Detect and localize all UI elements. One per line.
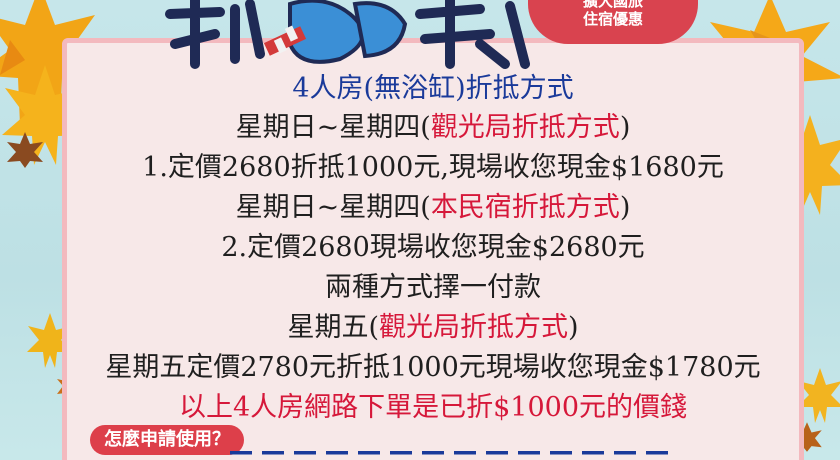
how-to-apply-tag: 怎麼申請使用？ xyxy=(90,425,244,455)
weekday-bnb-heading: 星期日~星期四(本民宿折抵方式) xyxy=(62,188,804,228)
cropped-text-row xyxy=(230,448,730,460)
room-type-heading: 4人房(無浴缸)折抵方式 xyxy=(292,73,574,104)
friday-price-text: 星期五定價2780元折抵1000元現場收您現金$1780元 xyxy=(105,352,761,383)
badge-line-2: 住宿優惠 xyxy=(582,10,643,28)
tourism-bureau-method-text: 觀光局折抵方式 xyxy=(430,112,620,143)
title-artwork-icon xyxy=(165,0,530,69)
maple-leaf-icon xyxy=(7,132,43,168)
badge-line-1: 擴大國旅 xyxy=(582,0,643,10)
friday-tourism-bureau-heading: 星期五(觀光局折抵方式) xyxy=(62,308,804,348)
friday-text: 星期五( xyxy=(287,312,379,343)
pricing-text-block: 4人房(無浴缸)折抵方式 星期日~星期四(觀光局折抵方式) 1.定價2680折抵… xyxy=(62,70,804,428)
online-order-note: 以上4人房網路下單是已折$1000元的價錢 xyxy=(178,392,688,423)
option-1-price-text: 1.定價2680折抵1000元,現場收您現金$1680元 xyxy=(142,152,724,183)
choose-one-text: 兩種方式擇一付款 xyxy=(325,272,541,303)
promo-badge: 擴大國旅 住宿優惠 xyxy=(528,0,698,44)
paren-close-text: ) xyxy=(619,112,631,143)
tourism-bureau-method-text: 觀光局折抵方式 xyxy=(379,312,568,343)
paren-close-text: ) xyxy=(568,312,579,343)
option-2-price-text: 2.定價2680現場收您現金$2680元 xyxy=(221,232,645,263)
bnb-method-text: 本民宿折抵方式 xyxy=(430,192,620,223)
weekday-tourism-bureau-heading: 星期日~星期四(觀光局折抵方式) xyxy=(62,108,804,148)
paren-close-text: ) xyxy=(619,192,631,223)
weekday-range-text: 星期日~星期四( xyxy=(235,192,431,223)
weekday-range-text: 星期日~星期四( xyxy=(235,112,431,143)
